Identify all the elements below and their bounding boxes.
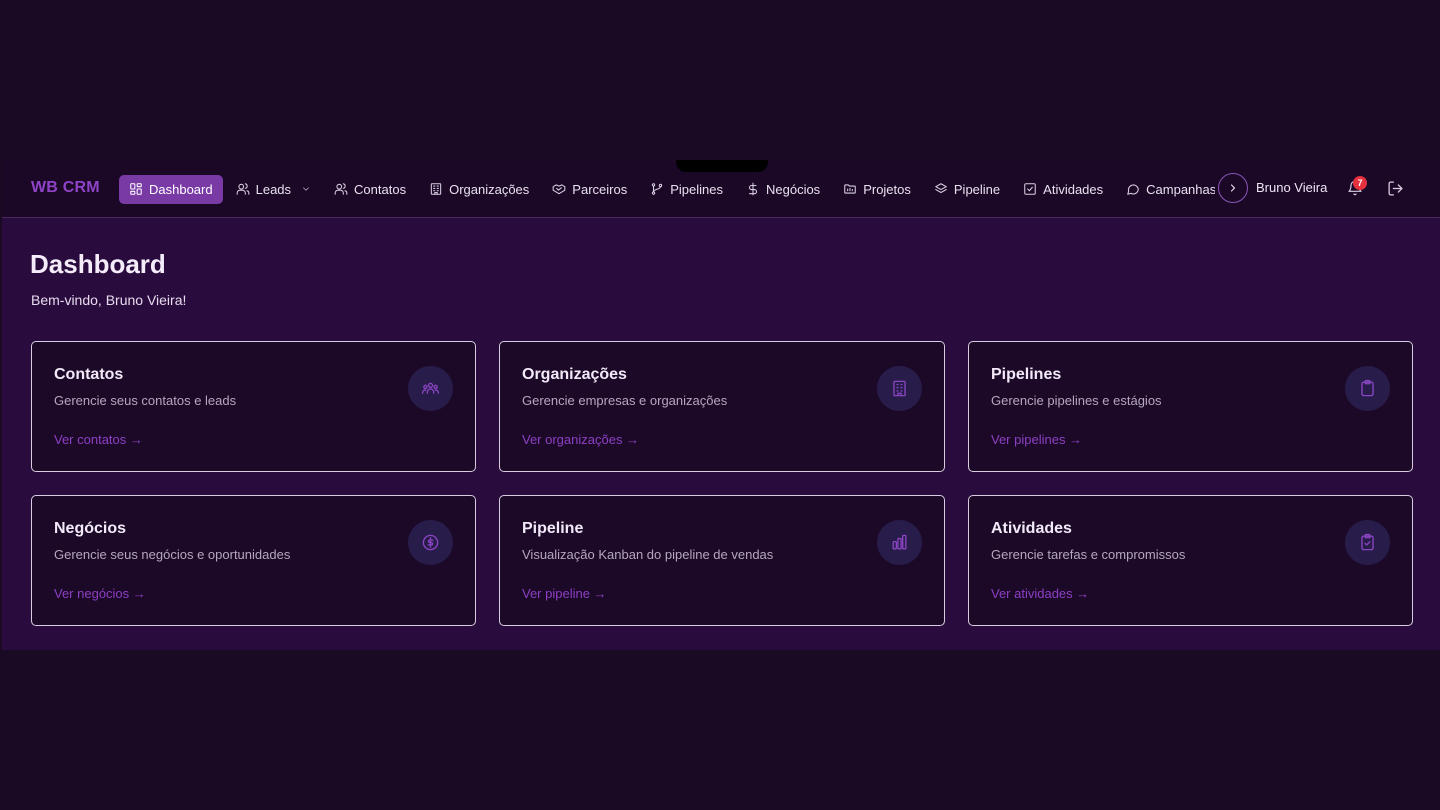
logout-icon	[1388, 181, 1403, 196]
logout-button[interactable]	[1387, 180, 1405, 198]
nav-item-pipeline[interactable]: Pipeline	[924, 175, 1010, 204]
building-icon	[430, 183, 442, 195]
welcome-message: Bem-vindo, Bruno Vieira!	[31, 292, 187, 308]
nav-label: Pipelines	[670, 181, 723, 197]
building-icon	[877, 366, 922, 411]
card-link[interactable]: Ver pipelines →	[991, 432, 1082, 447]
clipboard-check-icon	[1345, 520, 1390, 565]
nav-item-contatos[interactable]: Contatos	[324, 175, 416, 204]
nav-label: Projetos	[863, 181, 911, 197]
nav-label: Negócios	[765, 181, 821, 197]
handshake-icon	[552, 184, 566, 195]
brand-logo[interactable]: WB CRM	[31, 179, 100, 197]
camera-notch	[676, 160, 768, 172]
card-organizacoes[interactable]: Organizações Gerencie empresas e organiz…	[499, 341, 945, 472]
contacts-icon	[334, 183, 348, 195]
nav-item-dashboard[interactable]: Dashboard	[119, 174, 223, 204]
card-title: Negócios	[54, 520, 127, 537]
nav-label: Pipeline	[953, 181, 1001, 197]
card-description: Gerencie pipelines e estágios	[991, 393, 1162, 408]
folder-icon	[844, 184, 856, 194]
nav-label: Leads	[255, 181, 292, 197]
clipboard-icon	[1345, 366, 1390, 411]
dashboard-grid-icon	[130, 183, 142, 195]
nav-label: Organizações	[449, 181, 530, 197]
nav-item-negocios[interactable]: Negócios	[736, 175, 830, 204]
card-negocios[interactable]: Negócios Gerencie seus negócios e oportu…	[31, 495, 476, 626]
dashboard-cards: Contatos Gerencie seus contatos e leads …	[31, 341, 1413, 626]
page-title: Dashboard	[30, 249, 166, 279]
users-icon	[236, 183, 249, 195]
card-link[interactable]: Ver organizações →	[522, 432, 639, 447]
users-group-icon	[408, 366, 453, 411]
nav-label: Atividades	[1043, 181, 1104, 197]
dollar-icon	[748, 182, 757, 196]
nav-label: Parceiros	[572, 181, 628, 197]
card-link[interactable]: Ver atividades →	[991, 586, 1089, 601]
card-description: Gerencie seus negócios e oportunidades	[54, 547, 291, 562]
card-atividades[interactable]: Atividades Gerencie tarefas e compromiss…	[968, 495, 1413, 626]
nav-label: Dashboard	[149, 181, 213, 197]
card-link[interactable]: Ver contatos →	[54, 432, 143, 447]
nav-item-pipelines[interactable]: Pipelines	[640, 175, 733, 204]
card-description: Gerencie tarefas e compromissos	[991, 547, 1186, 562]
chevron-down-icon	[303, 187, 309, 191]
user-name[interactable]: Bruno Vieira	[1256, 180, 1327, 195]
main-nav: Dashboard Leads Contatos Organizações Pa…	[119, 173, 1215, 205]
nav-label: Contatos	[354, 181, 407, 197]
nav-label: Campanhas	[1146, 181, 1215, 197]
nav-item-campanhas[interactable]: Campanhas	[1116, 175, 1215, 204]
nav-item-leads[interactable]: Leads	[226, 175, 321, 204]
card-description: Gerencie empresas e organizações	[522, 393, 728, 408]
nav-scroll-right-button[interactable]	[1218, 173, 1248, 203]
nav-item-organizacoes[interactable]: Organizações	[419, 175, 539, 204]
dollar-circle-icon	[408, 520, 453, 565]
chevron-right-icon	[1230, 184, 1236, 192]
card-pipeline[interactable]: Pipeline Visualização Kanban do pipeline…	[499, 495, 945, 626]
card-link[interactable]: Ver negócios →	[54, 586, 146, 601]
card-contatos[interactable]: Contatos Gerencie seus contatos e leads …	[31, 341, 476, 472]
card-pipelines[interactable]: Pipelines Gerencie pipelines e estágios …	[968, 341, 1413, 472]
bar-chart-icon	[877, 520, 922, 565]
git-branch-icon	[652, 183, 663, 195]
app-window: WB CRM Dashboard Leads Contatos Organiza…	[2, 160, 1440, 650]
message-circle-icon	[1127, 184, 1139, 195]
card-title: Contatos	[54, 366, 124, 383]
layers-icon	[935, 183, 947, 194]
card-description: Visualização Kanban do pipeline de venda…	[522, 547, 774, 562]
card-title: Pipelines	[991, 366, 1062, 383]
nav-item-atividades[interactable]: Atividades	[1013, 175, 1113, 204]
card-title: Pipeline	[522, 520, 584, 537]
nav-item-parceiros[interactable]: Parceiros	[542, 175, 637, 204]
card-link[interactable]: Ver pipeline →	[522, 586, 607, 601]
card-description: Gerencie seus contatos e leads	[54, 393, 237, 408]
notification-count-badge: 7	[1353, 176, 1367, 190]
nav-item-projetos[interactable]: Projetos	[833, 175, 921, 204]
card-title: Organizações	[522, 366, 627, 383]
card-title: Atividades	[991, 520, 1072, 537]
check-square-icon	[1024, 183, 1036, 195]
